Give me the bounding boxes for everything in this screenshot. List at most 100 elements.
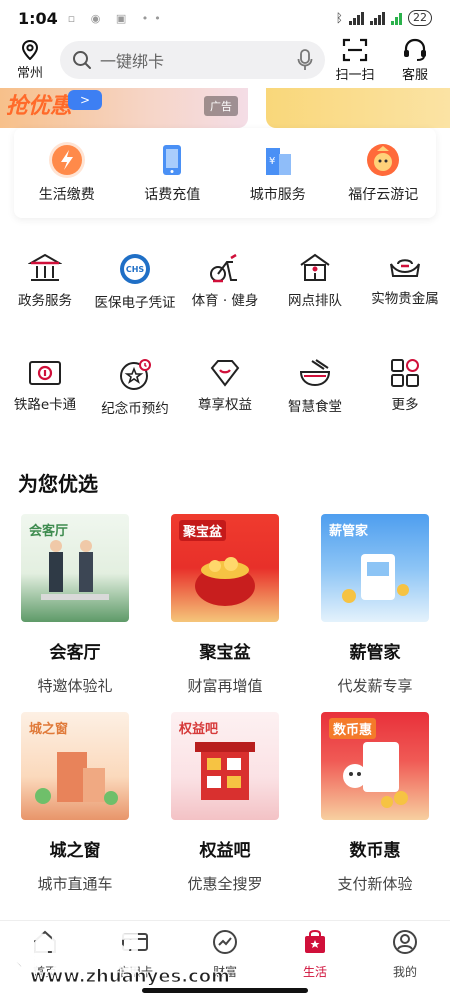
service-exclusive-benefits[interactable]: 尊享权益 <box>180 352 270 458</box>
quick-item-utility-payment[interactable]: 生活缴费 <box>14 128 120 218</box>
service-label: 政务服务 <box>18 293 72 309</box>
scan-label: 扫一扫 <box>335 67 375 83</box>
product-image: 聚宝盆 <box>171 514 279 622</box>
site-watermark: 好赚网 www.zhuanyes.com <box>0 916 230 996</box>
product-card-benefits-bar[interactable]: 权益吧 权益吧 优惠全搜罗 <box>150 712 300 910</box>
nav-label: 生活 <box>302 965 327 979</box>
service-medical-insurance[interactable]: CHS 医保电子凭证 <box>90 246 180 352</box>
product-name: 权益吧 <box>199 841 251 861</box>
signal-icon <box>349 11 364 25</box>
promo-arrow-icon[interactable]: > <box>68 90 102 110</box>
wealth-chart-icon <box>213 930 237 954</box>
promo-banner-text: 抢优惠 <box>6 94 73 119</box>
lightning-icon <box>48 142 85 178</box>
service-coin-reserve[interactable]: 纪念币预约 <box>90 352 180 458</box>
quick-item-phone-topup[interactable]: 话费充值 <box>120 128 226 218</box>
exercise-bike-icon <box>210 253 237 283</box>
product-row: 城之窗 城之窗 城市直通车 权益吧 权益吧 优惠全搜罗 数币惠 数币惠 支付新体… <box>0 712 450 910</box>
section-title: 为您优选 <box>18 472 98 496</box>
service-smart-canteen[interactable]: 智慧食堂 <box>270 352 360 458</box>
phone-icon <box>154 142 190 178</box>
wifi-icon <box>391 11 402 25</box>
service-label: 智慧食堂 <box>288 399 342 415</box>
product-desc: 优惠全搜罗 <box>187 875 263 893</box>
search-bar[interactable]: 一键绑卡 <box>60 41 325 79</box>
battery-indicator: 22 <box>408 10 432 26</box>
product-card-reception[interactable]: 会客厅 会客厅 特邀体验礼 <box>0 514 150 712</box>
location-pin-icon <box>21 39 39 60</box>
product-image: 城之窗 <box>21 712 129 820</box>
customer-service-button[interactable]: 客服 <box>385 38 445 83</box>
government-icon <box>28 253 62 281</box>
promo-banner-left[interactable]: 抢优惠 > 广告 <box>0 88 248 128</box>
product-image: 权益吧 <box>171 712 279 820</box>
recommended-products: 会客厅 会客厅 特邀体验礼 聚宝盆 聚宝盆 财富再增值 薪管家 薪管家 代发薪专… <box>0 514 450 910</box>
product-desc: 支付新体验 <box>337 875 413 893</box>
coin-reserve-icon <box>120 359 151 390</box>
service-government[interactable]: 政务服务 <box>0 246 90 352</box>
service-label: 尊享权益 <box>198 397 252 413</box>
product-image: 数币惠 <box>321 712 429 820</box>
life-bag-icon <box>305 929 325 953</box>
svg-text:¥: ¥ <box>269 156 275 167</box>
product-name: 会客厅 <box>49 643 101 663</box>
home-indicator[interactable] <box>142 988 308 993</box>
service-label: 体育 · 健身 <box>191 293 259 309</box>
location-selector[interactable]: 常州 <box>0 39 60 81</box>
search-input[interactable]: 一键绑卡 <box>100 48 297 72</box>
notification-icons: ▫ ◉ ▣ •• <box>67 11 167 25</box>
product-name: 数币惠 <box>349 841 401 861</box>
product-row: 会客厅 会客厅 特邀体验礼 聚宝盆 聚宝盆 财富再增值 薪管家 薪管家 代发薪专… <box>0 514 450 712</box>
product-card-salary-manager[interactable]: 薪管家 薪管家 代发薪专享 <box>300 514 450 712</box>
svg-text:CHS: CHS <box>126 265 145 274</box>
product-card-digital-currency[interactable]: 数币惠 数币惠 支付新体验 <box>300 712 450 910</box>
services-grid: 政务服务 CHS 医保电子凭证 体育 · 健身 网点排队 实物贵金属 铁路e卡通… <box>0 246 450 458</box>
branch-queue-icon <box>300 253 330 281</box>
promo-banner-right[interactable] <box>266 88 450 128</box>
quick-item-label: 话费充值 <box>144 187 201 203</box>
service-precious-metal[interactable]: 实物贵金属 <box>360 246 450 352</box>
service-sports-fitness[interactable]: 体育 · 健身 <box>180 246 270 352</box>
location-label: 常州 <box>16 65 43 81</box>
nav-label: 我的 <box>392 965 417 979</box>
product-desc: 财富再增值 <box>187 677 263 695</box>
service-label: 铁路e卡通 <box>13 397 77 413</box>
product-desc: 特邀体验礼 <box>37 677 113 695</box>
services-row: 政务服务 CHS 医保电子凭证 体育 · 健身 网点排队 实物贵金属 <box>0 246 450 352</box>
product-card-treasure-bowl[interactable]: 聚宝盆 聚宝盆 财富再增值 <box>150 514 300 712</box>
mascot-icon <box>365 142 401 178</box>
headset-icon <box>404 38 426 61</box>
service-label: 纪念币预约 <box>101 401 169 417</box>
watermark-url: www.zhuanyes.com <box>30 966 231 988</box>
product-desc: 城市直通车 <box>37 875 113 893</box>
services-row: 铁路e卡通 纪念币预约 尊享权益 智慧食堂 更多 <box>0 352 450 458</box>
service-label: 客服 <box>401 67 428 83</box>
status-bar: 1:04 ▫ ◉ ▣ •• ᛒ 22 <box>0 0 450 36</box>
product-image: 会客厅 <box>21 514 129 622</box>
quick-item-label: 生活缴费 <box>38 187 95 203</box>
city-building-icon: ¥ <box>260 142 296 178</box>
product-desc: 代发薪专享 <box>337 677 413 695</box>
gold-ingot-icon <box>390 259 420 277</box>
scan-icon <box>342 38 368 61</box>
service-railway-card[interactable]: 铁路e卡通 <box>0 352 90 458</box>
scan-button[interactable]: 扫一扫 <box>325 38 385 83</box>
product-name: 薪管家 <box>349 643 401 663</box>
service-more[interactable]: 更多 <box>360 352 450 458</box>
ad-tag: 广告 <box>204 96 238 116</box>
product-image: 薪管家 <box>321 514 429 622</box>
status-right: ᛒ 22 <box>336 10 432 26</box>
profile-icon <box>393 930 417 954</box>
quick-item-mascot-tour[interactable]: 福仔云游记 <box>331 128 437 218</box>
product-name: 城之窗 <box>49 841 101 861</box>
diamond-icon <box>210 360 240 387</box>
status-time: 1:04 <box>18 8 58 28</box>
bluetooth-icon: ᛒ <box>335 11 343 25</box>
microphone-icon[interactable] <box>297 49 313 71</box>
service-branch-queue[interactable]: 网点排队 <box>270 246 360 352</box>
quick-item-city-service[interactable]: ¥ 城市服务 <box>225 128 331 218</box>
nav-profile[interactable]: 我的 <box>360 921 450 1000</box>
quick-item-label: 城市服务 <box>249 187 306 203</box>
product-card-city-window[interactable]: 城之窗 城之窗 城市直通车 <box>0 712 150 910</box>
product-name: 聚宝盆 <box>199 643 251 663</box>
